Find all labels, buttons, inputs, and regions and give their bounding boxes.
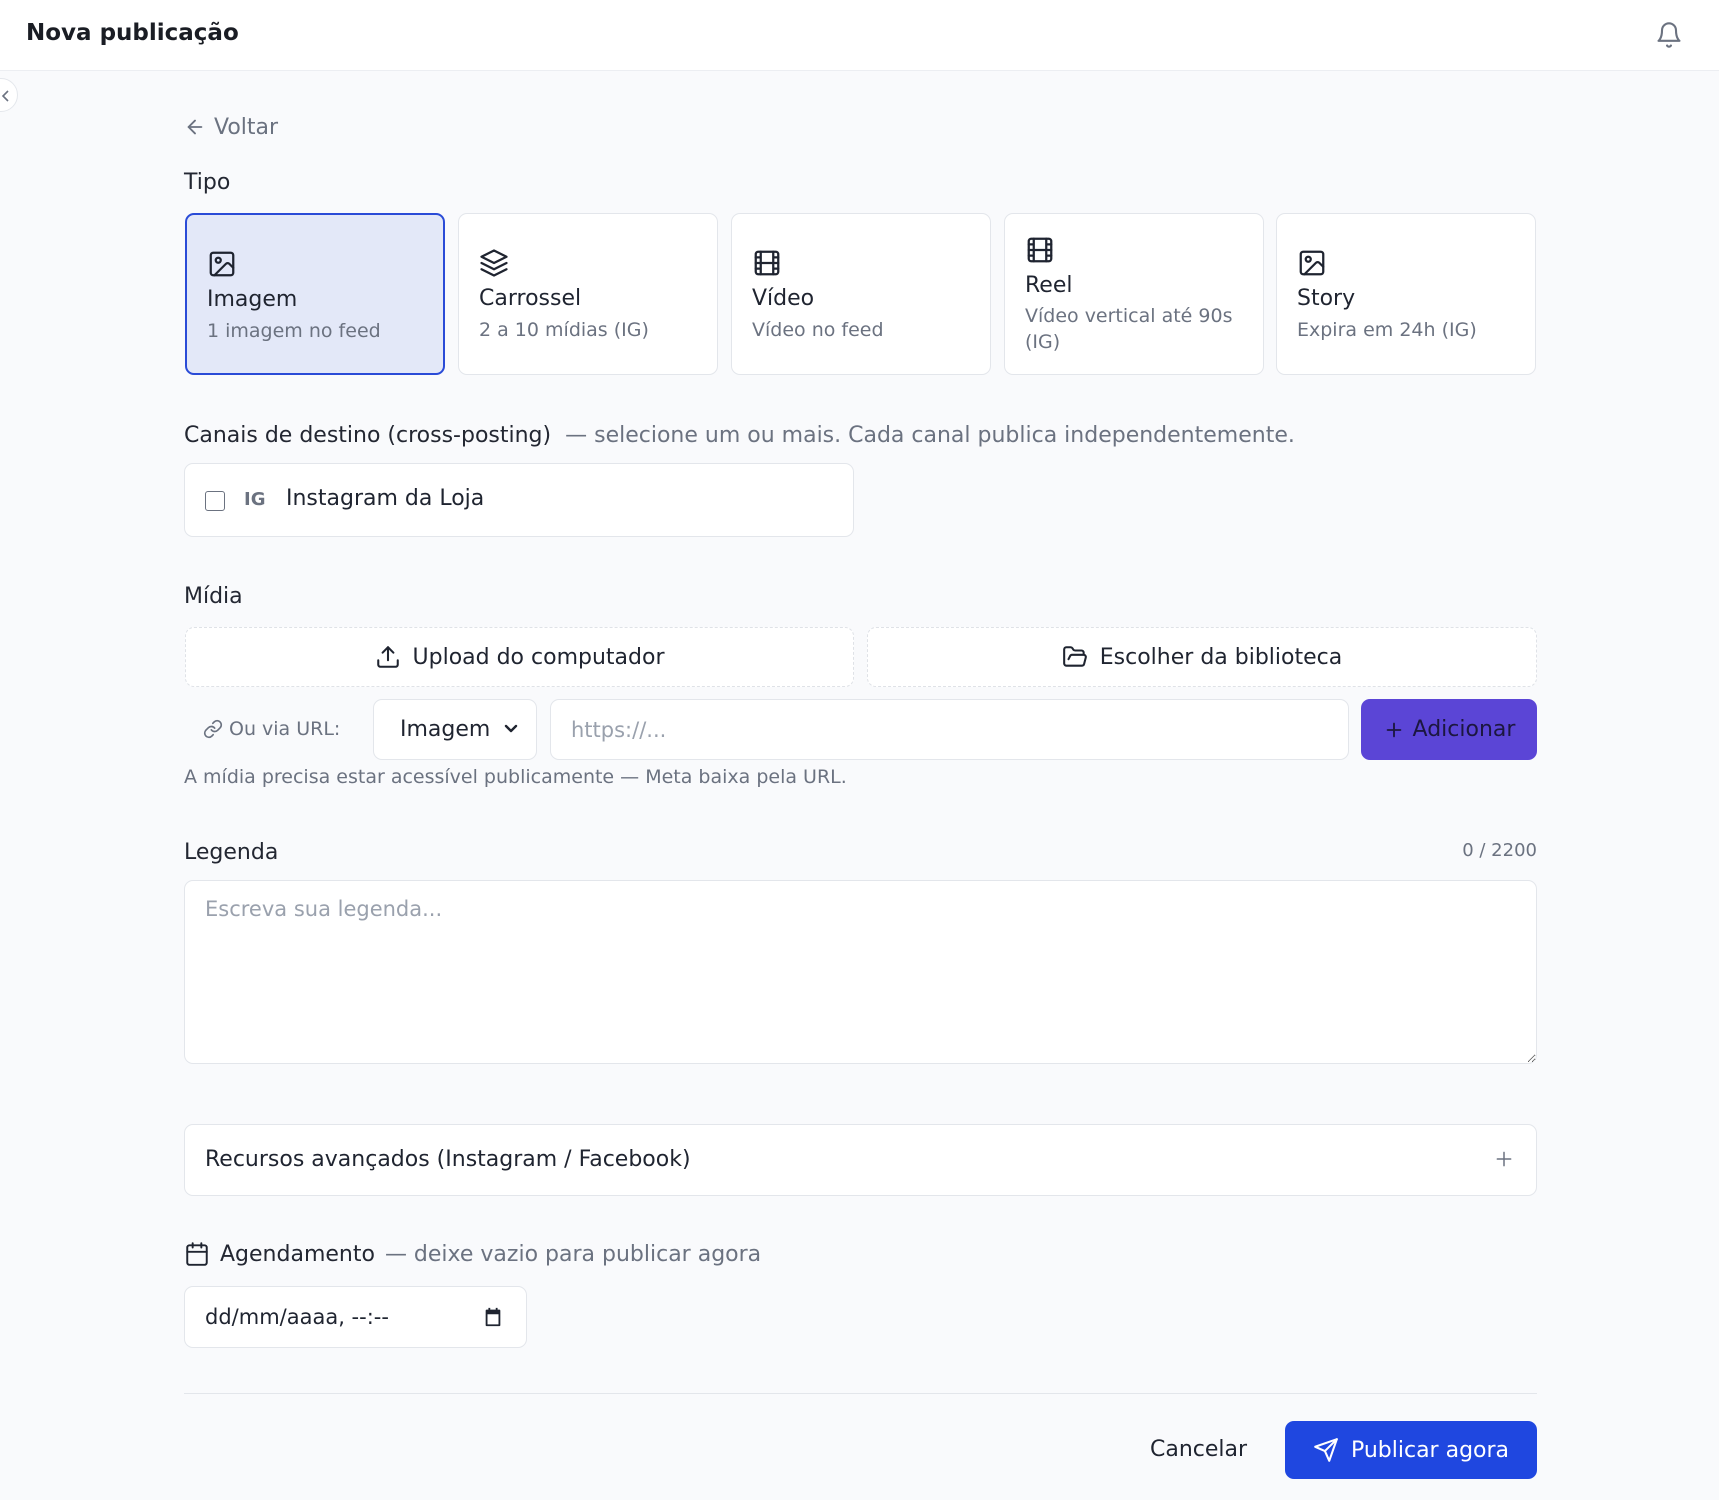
type-option-carousel[interactable]: Carrossel 2 a 10 mídias (IG) — [458, 213, 718, 375]
page-title: Nova publicação — [26, 20, 239, 46]
chevron-left-icon — [1, 90, 9, 102]
channels-label: Canais de destino (cross-posting) — [184, 423, 552, 448]
channel-checkbox[interactable] — [205, 491, 225, 511]
channel-item-instagram[interactable]: IG Instagram da Loja — [184, 463, 854, 537]
url-label-text: Ou via URL: — [229, 718, 341, 740]
type-option-story[interactable]: Story Expira em 24h (IG) — [1276, 213, 1536, 375]
schedule-section-label: Agendamento — deixe vazio para publicar … — [184, 1241, 761, 1267]
footer-divider — [184, 1393, 1537, 1394]
plus-icon — [1496, 1151, 1512, 1167]
schedule-datetime-value: dd/mm/aaaa, --:-- — [205, 1305, 389, 1329]
plus-icon — [1386, 722, 1401, 737]
type-option-name: Story — [1297, 286, 1356, 311]
publish-now-label: Publicar agora — [1350, 1437, 1510, 1463]
chevron-down-icon — [504, 724, 518, 733]
media-url-input[interactable] — [550, 699, 1349, 760]
type-option-image[interactable]: Imagem 1 imagem no feed — [185, 213, 445, 375]
type-option-reel[interactable]: Reel Vídeo vertical até 90s (IG) — [1004, 213, 1264, 375]
type-option-name: Reel — [1025, 273, 1073, 298]
type-option-name: Imagem — [207, 287, 298, 312]
image-icon — [209, 251, 235, 277]
back-link[interactable]: Voltar — [184, 112, 278, 142]
media-type-select[interactable]: Imagem — [373, 699, 537, 760]
film-icon — [1027, 237, 1053, 263]
schedule-hint: — deixe vazio para publicar agora — [384, 1241, 762, 1267]
channel-tag: IG — [244, 489, 266, 510]
caption-section-label: Legenda — [184, 840, 279, 865]
type-option-description: 1 imagem no feed — [207, 320, 381, 342]
add-media-button[interactable]: Adicionar — [1361, 699, 1537, 760]
sidebar-collapse-button[interactable] — [0, 78, 18, 112]
media-hint: A mídia precisa estar acessível publicam… — [184, 766, 847, 788]
back-label: Voltar — [214, 114, 279, 140]
schedule-label: Agendamento — [220, 1241, 375, 1267]
link-icon — [203, 719, 223, 739]
upload-icon — [376, 646, 399, 668]
media-type-select-value: Imagem — [400, 717, 491, 742]
image-icon — [1299, 250, 1325, 276]
upload-button[interactable]: Upload do computador — [185, 627, 854, 687]
advanced-features-label: Recursos avançados (Instagram / Facebook… — [205, 1147, 691, 1172]
type-section-label: Tipo — [184, 170, 231, 195]
type-option-description: Vídeo no feed — [752, 319, 884, 341]
layers-icon — [480, 249, 508, 277]
type-option-name: Carrossel — [479, 286, 582, 311]
url-label: Ou via URL: — [203, 718, 340, 740]
caption-counter: 0 / 2200 — [1462, 840, 1537, 861]
library-button[interactable]: Escolher da biblioteca — [867, 627, 1537, 687]
library-label: Escolher da biblioteca — [1099, 644, 1343, 670]
folder-open-icon — [1062, 646, 1087, 667]
schedule-datetime-input[interactable]: dd/mm/aaaa, --:-- — [184, 1286, 527, 1348]
type-option-description: Expira em 24h (IG) — [1297, 319, 1477, 341]
upload-label: Upload do computador — [412, 644, 665, 670]
cancel-button[interactable]: Cancelar — [1138, 1420, 1259, 1478]
channel-name: Instagram da Loja — [286, 486, 485, 511]
type-option-name: Vídeo — [752, 286, 815, 311]
channels-section-label: Canais de destino (cross-posting) — sele… — [184, 423, 1295, 448]
add-media-label: Adicionar — [1412, 717, 1516, 742]
publish-now-button[interactable]: Publicar agora — [1285, 1421, 1537, 1479]
channels-hint: — selecione um ou mais. Cada canal publi… — [565, 423, 1295, 448]
type-option-description: 2 a 10 mídias (IG) — [479, 319, 649, 341]
type-option-description: Vídeo vertical até 90s (IG) — [1025, 305, 1233, 353]
bell-icon[interactable] — [1655, 20, 1683, 50]
advanced-features-accordion[interactable]: Recursos avançados (Instagram / Facebook… — [184, 1124, 1537, 1196]
calendar-icon — [186, 1242, 208, 1266]
arrow-left-icon — [187, 119, 203, 135]
caption-textarea[interactable] — [184, 880, 1537, 1064]
media-section-label: Mídia — [184, 584, 243, 609]
type-option-video[interactable]: Vídeo Vídeo no feed — [731, 213, 991, 375]
film-icon — [754, 250, 780, 276]
top-bar: Nova publicação — [0, 0, 1719, 71]
send-icon — [1314, 1438, 1338, 1462]
calendar-picker-icon[interactable] — [482, 1306, 504, 1328]
